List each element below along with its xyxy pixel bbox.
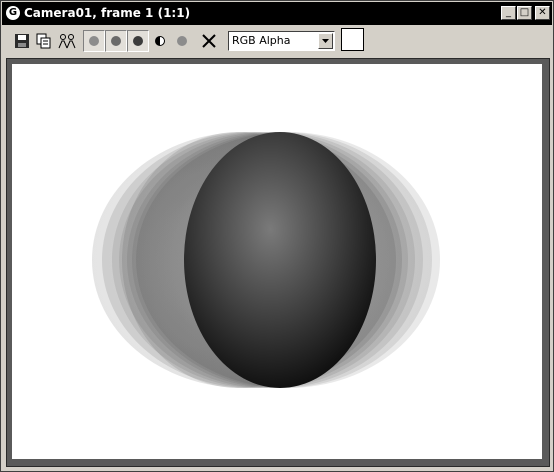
app-logo-icon: G [6,6,20,20]
rendered-image [12,64,542,459]
red-channel-icon [89,36,99,46]
clone-window-button[interactable] [57,31,77,51]
clear-x-icon [202,34,216,48]
maximize-button[interactable]: □ [517,6,532,20]
clone-icon [58,34,76,49]
green-channel-toggle[interactable] [105,30,127,52]
monochrome-icon [155,36,165,46]
green-channel-icon [111,36,121,46]
monochrome-toggle[interactable] [149,30,171,52]
window-title: Camera01, frame 1 (1:1) [24,6,191,20]
minimize-icon: _ [506,7,511,18]
save-button[interactable] [12,31,32,51]
save-icon [15,34,29,48]
render-frame-border [6,58,550,467]
dropdown-arrow-button[interactable] [318,33,333,49]
rendered-frame-window: G Camera01, frame 1 (1:1) _ □ ✕ RGB Alph… [0,0,554,472]
red-channel-toggle[interactable] [83,30,105,52]
motion-blurred-sphere [92,132,440,388]
toolbar: RGB Alpha [2,25,552,58]
copy-icon [36,33,51,49]
minimize-button[interactable]: _ [501,6,516,20]
close-button[interactable]: ✕ [535,6,550,20]
sphere-core [184,132,376,388]
close-icon: ✕ [538,7,547,18]
alpha-channel-icon [177,36,187,46]
display-channel-dropdown[interactable]: RGB Alpha [228,31,335,51]
pixel-color-swatch[interactable] [341,28,364,51]
copy-button[interactable] [34,31,54,51]
blue-channel-toggle[interactable] [127,30,149,52]
chevron-down-icon [322,39,329,43]
clear-button[interactable] [199,31,219,51]
blue-channel-icon [133,36,143,46]
alpha-channel-toggle[interactable] [171,30,193,52]
maximize-icon: □ [519,7,530,18]
title-bar[interactable]: G Camera01, frame 1 (1:1) _ □ ✕ [2,2,552,25]
display-channel-value: RGB Alpha [232,34,291,47]
